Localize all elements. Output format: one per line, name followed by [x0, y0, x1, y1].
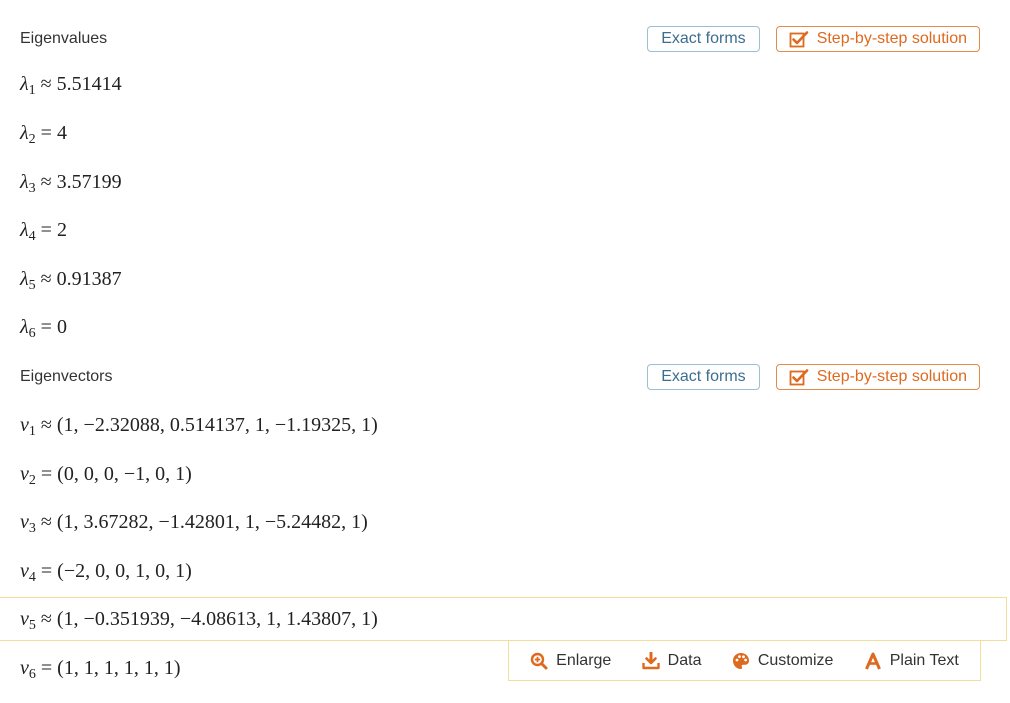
data-button[interactable]: Data — [641, 651, 702, 670]
eigenvalue-3: λ3 ≈ 3.57199 — [20, 171, 122, 196]
step-by-step-button[interactable]: Step-by-step solution — [775, 364, 980, 390]
eigenvector-1: v1 ≈ (1, −2.32088, 0.514137, 1, −1.19325… — [20, 414, 378, 439]
eigenvalues-buttons: Exact forms Step-by-step solution — [647, 26, 980, 52]
eigenvector-5[interactable]: v5 ≈ (1, −0.351939, −4.08613, 1, 1.43807… — [20, 608, 378, 633]
eigenvalue-6: λ6 = 0 — [20, 316, 67, 341]
plain-text-label: Plain Text — [889, 651, 959, 669]
enlarge-button[interactable]: Enlarge — [530, 652, 611, 670]
eigenvalue-1: λ1 ≈ 5.51414 — [20, 73, 122, 98]
exact-forms-button[interactable]: Exact forms — [647, 26, 760, 52]
step-by-step-button[interactable]: Step-by-step solution — [775, 26, 980, 52]
step-by-step-label: Step-by-step solution — [816, 30, 967, 47]
customize-button[interactable]: Customize — [732, 651, 834, 670]
download-icon — [641, 651, 660, 669]
eigenvector-3: v3 ≈ (1, 3.67282, −1.42801, 1, −5.24482,… — [20, 511, 368, 536]
checkbox-check-icon — [789, 31, 808, 48]
hover-action-bar: Enlarge Data Customize Plain Text — [508, 641, 981, 681]
eigenvector-4: v4 = (−2, 0, 0, 1, 0, 1) — [20, 560, 192, 585]
palette-icon — [732, 652, 749, 669]
enlarge-label: Enlarge — [556, 651, 612, 669]
eigenvalue-2: λ2 = 4 — [20, 122, 67, 147]
eigenvector-2: v2 = (0, 0, 0, −1, 0, 1) — [20, 463, 192, 488]
checkbox-check-icon — [789, 369, 808, 386]
customize-label: Customize — [757, 651, 834, 669]
eigenvalues-title: Eigenvalues — [20, 30, 108, 47]
exact-forms-button[interactable]: Exact forms — [647, 364, 760, 390]
eigenvalue-5: λ5 ≈ 0.91387 — [20, 268, 122, 293]
eigenvalue-4: λ4 = 2 — [20, 219, 67, 244]
eigenvectors-buttons: Exact forms Step-by-step solution — [647, 364, 980, 390]
step-by-step-label: Step-by-step solution — [816, 368, 967, 385]
eigenvector-6: v6 = (1, 1, 1, 1, 1, 1) — [20, 657, 181, 682]
text-a-icon — [864, 652, 881, 670]
plain-text-button[interactable]: Plain Text — [864, 652, 959, 670]
zoom-in-icon — [530, 652, 548, 669]
eigenvectors-title: Eigenvectors — [20, 368, 113, 385]
data-label: Data — [667, 651, 702, 669]
